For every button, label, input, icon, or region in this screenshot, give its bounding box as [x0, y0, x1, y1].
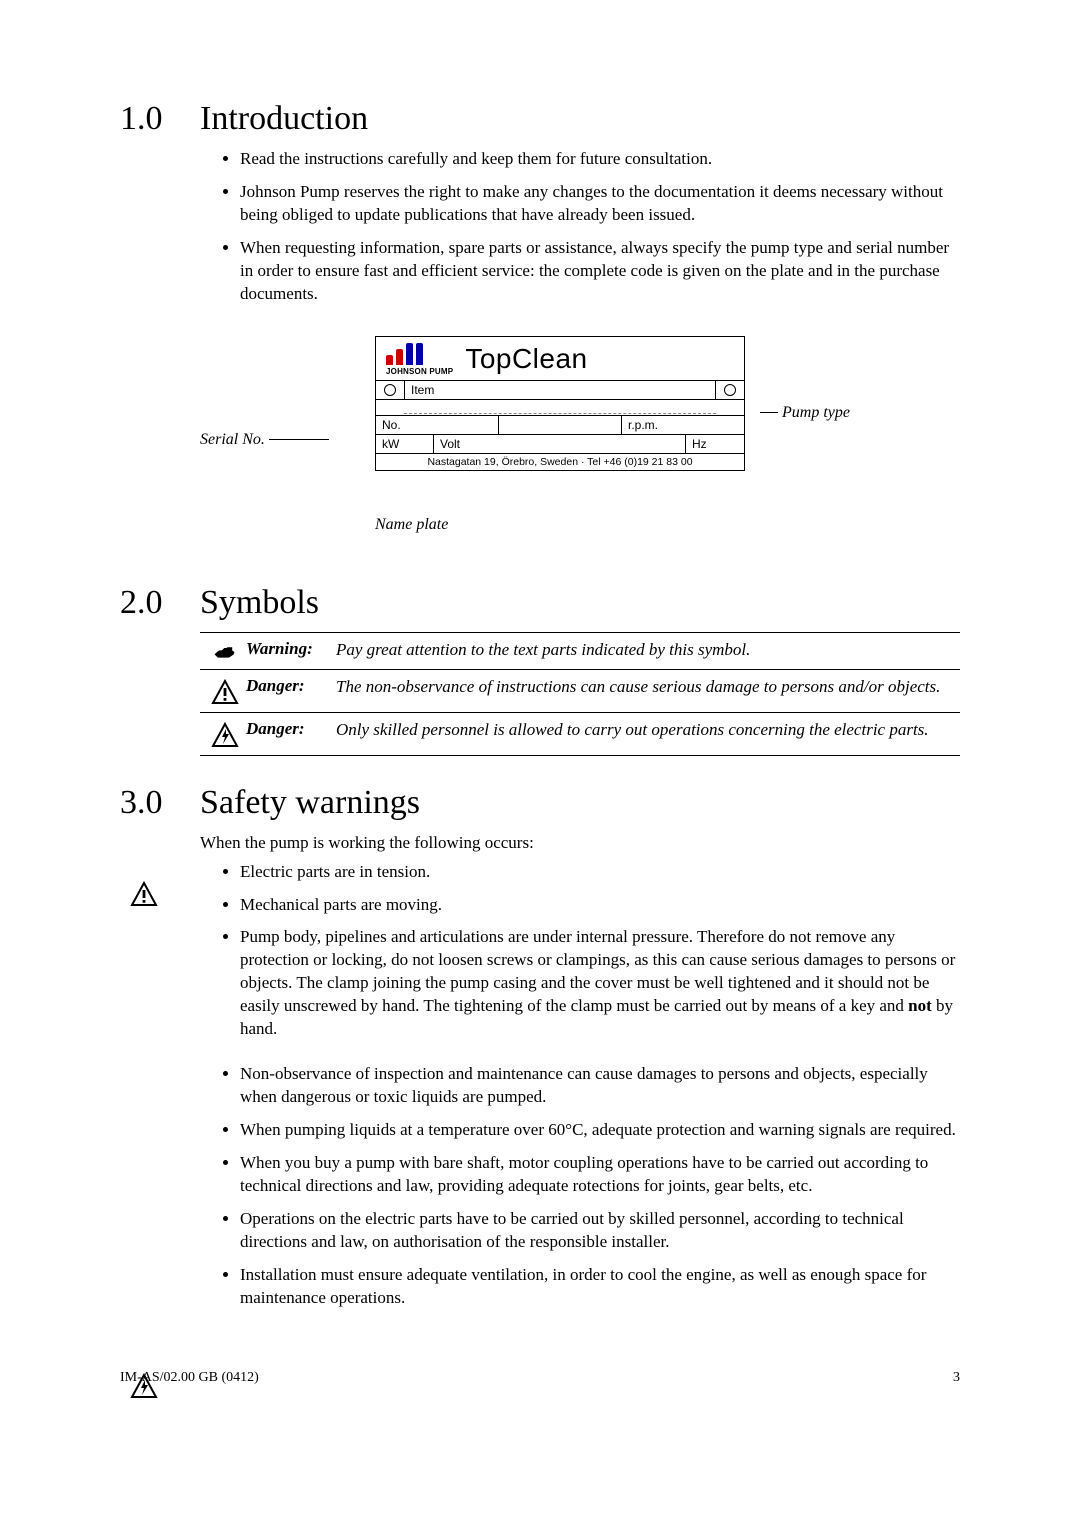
- safety-intro: When the pump is working the following o…: [200, 832, 960, 855]
- list-item: Non-observance of inspection and mainten…: [240, 1063, 960, 1109]
- electric-danger-icon: [204, 719, 246, 749]
- mounting-hole-icon: [376, 381, 404, 399]
- list-text-pre: Pump body, pipelines and articulations a…: [240, 927, 955, 1015]
- page-number: 3: [953, 1370, 960, 1386]
- list-text-bold: not: [908, 996, 932, 1015]
- section-safety-warnings: 3.0 Safety warnings When the pump is wor…: [120, 784, 960, 1310]
- list-item: Read the instructions carefully and keep…: [240, 148, 960, 171]
- section-number: 2.0: [120, 584, 200, 622]
- mounting-hole-icon: [716, 381, 744, 399]
- callout-serial-no: Serial No.: [200, 431, 329, 449]
- nameplate-figure: Serial No. Pump type JOHNSON PUMP TopCle…: [200, 336, 960, 556]
- page-footer: IM-AS/02.00 GB (0412) 3: [120, 1370, 960, 1386]
- section-introduction: 1.0 Introduction Read the instructions c…: [120, 100, 960, 556]
- list-item: Pump body, pipelines and articulations a…: [240, 926, 960, 1041]
- nameplate-hz-field: Hz: [686, 435, 744, 453]
- logo-text: JOHNSON PUMP: [386, 367, 453, 376]
- johnson-pump-logo: JOHNSON PUMP: [386, 343, 453, 376]
- safety-bullets: Electric parts are in tension. Mechanica…: [200, 861, 960, 1310]
- symbol-text: The non-observance of instructions can c…: [336, 676, 956, 706]
- symbol-row-electric: Danger: Only skilled personnel is allowe…: [200, 713, 960, 755]
- nameplate-address: Nastagatan 19, Örebro, Sweden · Tel +46 …: [376, 453, 744, 470]
- nameplate-blank-field: [499, 416, 622, 434]
- symbol-text: Only skilled personnel is allowed to car…: [336, 719, 956, 749]
- hand-icon: [204, 639, 246, 663]
- nameplate-rpm-field: r.p.m.: [622, 416, 744, 434]
- document-page: 1.0 Introduction Read the instructions c…: [0, 0, 1080, 1446]
- callout-label: Serial No.: [200, 431, 265, 448]
- nameplate-kw-field: kW: [376, 435, 434, 453]
- list-item: When requesting information, spare parts…: [240, 237, 960, 306]
- symbols-table: Warning: Pay great attention to the text…: [200, 632, 960, 756]
- list-item: Electric parts are in tension.: [240, 861, 960, 884]
- callout-pump-type: Pump type: [760, 404, 850, 422]
- nameplate: JOHNSON PUMP TopClean Item No.: [375, 336, 745, 471]
- danger-icon: [204, 676, 246, 706]
- list-item: When pumping liquids at a temperature ov…: [240, 1119, 960, 1142]
- section-title: Introduction: [200, 100, 368, 138]
- list-item: Johnson Pump reserves the right to make …: [240, 181, 960, 227]
- section-title: Symbols: [200, 584, 319, 622]
- nameplate-title: TopClean: [465, 343, 587, 375]
- symbol-label: Warning:: [246, 639, 336, 663]
- symbol-label: Danger:: [246, 676, 336, 706]
- nameplate-volt-field: Volt: [434, 435, 686, 453]
- section-number: 1.0: [120, 100, 200, 138]
- list-item: Operations on the electric parts have to…: [240, 1208, 960, 1254]
- electric-danger-icon: [130, 1372, 158, 1405]
- section-title: Safety warnings: [200, 784, 420, 822]
- nameplate-no-field: No.: [376, 416, 499, 434]
- section-symbols: 2.0 Symbols Warning: Pay great attention…: [120, 584, 960, 756]
- danger-icon: [130, 880, 158, 913]
- symbol-text: Pay great attention to the text parts in…: [336, 639, 956, 663]
- symbol-row-danger: Danger: The non-observance of instructio…: [200, 670, 960, 713]
- list-item: When you buy a pump with bare shaft, mot…: [240, 1152, 960, 1198]
- nameplate-item-field: Item: [404, 381, 716, 399]
- list-item: Installation must ensure adequate ventil…: [240, 1264, 960, 1310]
- list-item: Mechanical parts are moving.: [240, 894, 960, 917]
- section-number: 3.0: [120, 784, 200, 822]
- intro-bullets: Read the instructions carefully and keep…: [200, 148, 960, 306]
- symbol-label: Danger:: [246, 719, 336, 749]
- nameplate-caption: Name plate: [375, 516, 448, 534]
- symbol-row-warning: Warning: Pay great attention to the text…: [200, 633, 960, 670]
- callout-label: Pump type: [782, 404, 850, 421]
